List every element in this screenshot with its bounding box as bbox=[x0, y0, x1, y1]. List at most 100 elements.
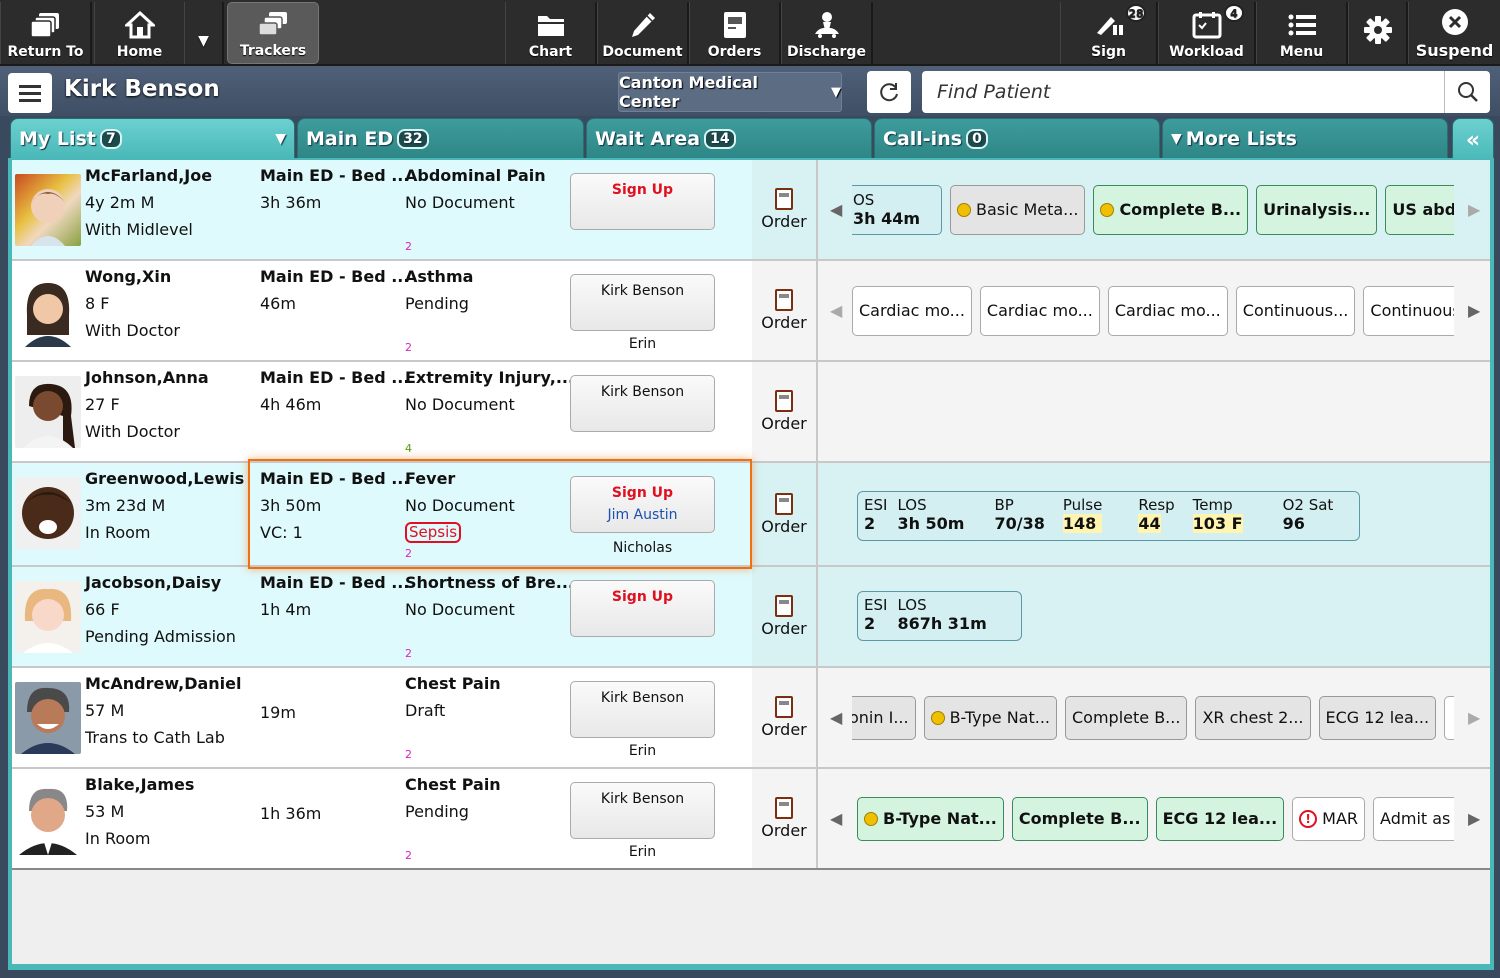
scroll-left-arrow[interactable]: ◀ bbox=[830, 769, 842, 868]
patient-row[interactable]: McAndrew,Daniel 57 M Trans to Cath Lab 1… bbox=[12, 668, 1490, 769]
order-chip[interactable]: Cardiac mo... bbox=[1107, 285, 1228, 336]
provider-sign-up-button[interactable]: Sign Up Jim Austin bbox=[570, 476, 715, 533]
patient-row[interactable]: Johnson,Anna 27 F With Doctor Main ED - … bbox=[12, 362, 1490, 463]
scroll-left-arrow[interactable]: ◀ bbox=[830, 668, 842, 767]
provider-button[interactable]: Kirk Benson bbox=[570, 782, 715, 839]
patient-row-selected[interactable]: Greenwood,Lewis 3m 23d M In Room Main ED… bbox=[12, 463, 1490, 567]
menu-button[interactable]: Menu bbox=[1256, 2, 1348, 64]
order-chip[interactable]: Complete B... bbox=[1093, 184, 1249, 235]
chip-label: US abdomen bbox=[1392, 200, 1454, 219]
mar-chip[interactable]: ! MAR bbox=[1292, 796, 1366, 841]
scroll-left-arrow[interactable]: ◀ bbox=[830, 261, 842, 360]
vital-label: LOS bbox=[897, 596, 927, 614]
tab-my-list[interactable]: My List 7 ▼ bbox=[10, 118, 295, 160]
document-button[interactable]: Document bbox=[597, 2, 689, 64]
order-button[interactable]: Order bbox=[752, 362, 818, 461]
order-chip[interactable]: XR chest 2... bbox=[1195, 695, 1311, 740]
facility-dropdown[interactable]: Canton Medical Center ▼ bbox=[618, 72, 842, 112]
patient-row[interactable]: Wong,Xin 8 F With Doctor Main ED - Bed .… bbox=[12, 261, 1490, 362]
home-dropdown-button[interactable]: ▼ bbox=[184, 2, 224, 64]
order-button[interactable]: Order bbox=[752, 668, 818, 767]
provider-sign-up-button[interactable]: Sign Up bbox=[570, 580, 715, 637]
mar-chip[interactable]: MAR bbox=[1444, 695, 1454, 740]
discharge-button[interactable]: Discharge bbox=[781, 2, 873, 64]
return-to-button[interactable]: Return To bbox=[0, 2, 92, 64]
patient-row[interactable]: Blake,James 53 M In Room 1h 36m Chest Pa… bbox=[12, 769, 1490, 870]
tab-wait-area[interactable]: Wait Area 14 bbox=[586, 118, 872, 160]
patient-name[interactable]: Wong,Xin bbox=[85, 267, 171, 286]
order-label: Order bbox=[761, 313, 807, 332]
order-chip[interactable]: US abdomen bbox=[1385, 184, 1454, 235]
orders-button[interactable]: Orders bbox=[689, 2, 781, 64]
order-chip[interactable]: B-Type Nat... bbox=[857, 796, 1004, 841]
order-chip[interactable]: Complete B... bbox=[1065, 695, 1188, 740]
workload-button[interactable]: 4 Workload bbox=[1158, 2, 1256, 64]
order-chip[interactable]: Continuous... bbox=[1363, 285, 1454, 336]
hamburger-menu-button[interactable] bbox=[8, 73, 52, 113]
patient-name[interactable]: Blake,James bbox=[85, 775, 194, 794]
sign-button[interactable]: 28 Sign bbox=[1060, 2, 1158, 64]
order-chip[interactable]: Admit as I... bbox=[1373, 796, 1454, 841]
settings-button[interactable] bbox=[1348, 2, 1408, 64]
pencil-icon bbox=[625, 8, 661, 42]
scroll-right-arrow[interactable]: ▶ bbox=[1468, 160, 1480, 259]
los-chip[interactable]: OS 3h 44m bbox=[852, 184, 942, 235]
order-chip[interactable]: Cardiac mo... bbox=[979, 285, 1100, 336]
tab-call-ins[interactable]: Call-ins 0 bbox=[874, 118, 1160, 160]
vital-pulse: Pulse 148 bbox=[1062, 496, 1103, 536]
vital-value: 3h 50m bbox=[897, 514, 965, 533]
provider-button[interactable]: Kirk Benson bbox=[570, 681, 715, 738]
vital-label: Temp bbox=[1192, 496, 1233, 514]
collapse-panel-button[interactable]: « bbox=[1452, 118, 1494, 162]
order-button[interactable]: Order bbox=[752, 160, 818, 259]
chip-label: Cardiac mo... bbox=[1114, 301, 1221, 320]
order-chip[interactable]: Continuous... bbox=[1235, 285, 1356, 336]
order-chip[interactable]: Complete B... bbox=[1011, 796, 1148, 841]
provider-sign-up-button[interactable]: Sign Up bbox=[570, 173, 715, 230]
provider-button[interactable]: Kirk Benson bbox=[570, 375, 715, 432]
tab-main-ed[interactable]: Main ED 32 bbox=[297, 118, 584, 160]
vital-los: LOS 867h 31m bbox=[897, 596, 986, 636]
document-status: No Document bbox=[405, 600, 515, 619]
patient-row[interactable]: McFarland,Joe 4y 2m M With Midlevel Main… bbox=[12, 160, 1490, 261]
patient-name[interactable]: Greenwood,Lewis bbox=[85, 469, 244, 488]
chevron-down-icon[interactable]: ▼ bbox=[275, 131, 286, 147]
order-chip[interactable]: Urinalysis... bbox=[1256, 184, 1378, 235]
sepsis-alert-tag[interactable]: Sepsis bbox=[405, 522, 462, 543]
scroll-right-arrow[interactable]: ▶ bbox=[1468, 261, 1480, 360]
order-chip[interactable]: ECG 12 lea... bbox=[1318, 695, 1437, 740]
order-button[interactable]: Order bbox=[752, 261, 818, 360]
vitals-panel[interactable]: ESI 2 LOS 3h 50m BP 70/38 Pulse 148 Resp 44 T… bbox=[857, 491, 1361, 541]
vital-value: 103 F bbox=[1192, 514, 1243, 533]
provider-button[interactable]: Kirk Benson bbox=[570, 274, 715, 331]
home-button[interactable]: Home bbox=[94, 2, 184, 64]
vitals-panel[interactable]: ESI 2 LOS 867h 31m bbox=[857, 591, 1022, 641]
patient-name[interactable]: Johnson,Anna bbox=[85, 368, 209, 387]
order-chip[interactable]: B-Type Nat... bbox=[923, 695, 1057, 740]
scroll-left-arrow[interactable]: ◀ bbox=[830, 160, 842, 259]
patient-row[interactable]: Jacobson,Daisy 66 F Pending Admission Ma… bbox=[12, 567, 1490, 668]
order-chip[interactable]: Cardiac mo... bbox=[852, 285, 972, 336]
trackers-button[interactable]: Trackers bbox=[227, 2, 319, 64]
refresh-button[interactable] bbox=[867, 71, 911, 113]
order-button[interactable]: Order bbox=[752, 463, 818, 565]
patient-name[interactable]: McFarland,Joe bbox=[85, 166, 212, 185]
tab-more-lists[interactable]: ▼ More Lists bbox=[1162, 118, 1448, 160]
chip-label: Continuous... bbox=[1370, 301, 1454, 320]
order-button[interactable]: Order bbox=[752, 769, 818, 868]
search-button[interactable] bbox=[1444, 71, 1490, 113]
chart-button[interactable]: Chart bbox=[505, 2, 597, 64]
vital-o2-sat: O2 Sat 96 bbox=[1283, 496, 1334, 536]
scroll-right-arrow[interactable]: ▶ bbox=[1468, 668, 1480, 767]
order-chip[interactable]: Basic Meta... bbox=[950, 184, 1086, 235]
order-chip[interactable]: ECG 12 lea... bbox=[1155, 796, 1285, 841]
patient-name[interactable]: Jacobson,Daisy bbox=[85, 573, 221, 592]
suspend-button[interactable]: Suspend bbox=[1408, 2, 1500, 64]
scroll-right-arrow[interactable]: ▶ bbox=[1468, 769, 1480, 868]
order-chip[interactable]: onin I... bbox=[852, 695, 916, 740]
find-patient-input[interactable] bbox=[922, 71, 1444, 113]
provider-label: Kirk Benson bbox=[600, 690, 685, 706]
order-clipboard-icon bbox=[775, 492, 793, 515]
order-button[interactable]: Order bbox=[752, 567, 818, 666]
patient-name[interactable]: McAndrew,Daniel bbox=[85, 674, 242, 693]
